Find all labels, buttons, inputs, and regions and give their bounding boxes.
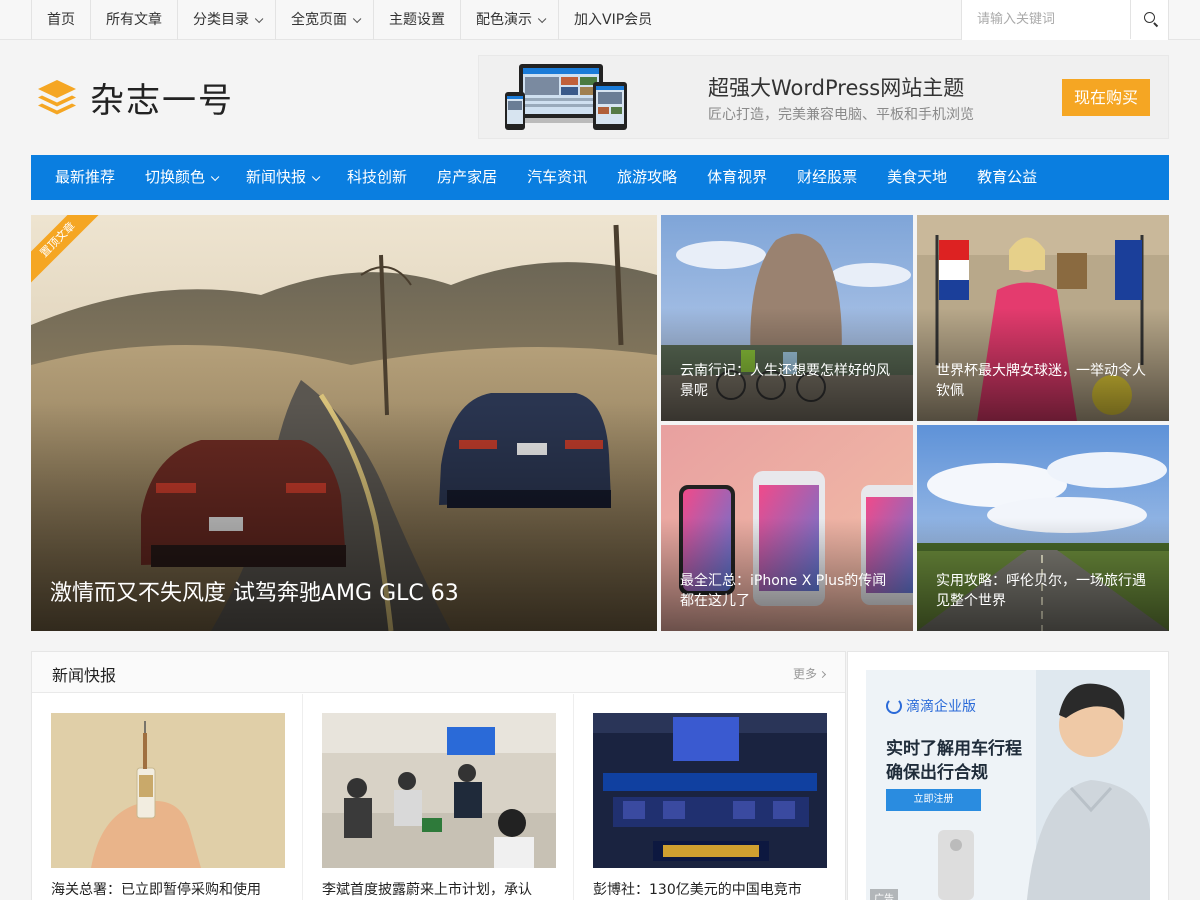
header-banner[interactable]: 超强大WordPress网站主题 匠心打造，完美兼容电脑、平板和手机浏览 现在购… [478,55,1169,139]
news-item[interactable]: 李斌首度披露蔚来上市计划，承认 [303,694,574,900]
banner-title: 超强大WordPress网站主题 [708,76,965,100]
ad-brand-name: 滴滴企业版 [906,699,976,715]
ad-headline: 实时了解用车行程 [886,739,1022,759]
top-nav-item-label: 分类目录 [193,12,249,28]
news-item[interactable]: 海关总署：已立即暂停采购和使用 [32,694,303,900]
main-nav-item[interactable]: 汽车资讯 [512,155,602,200]
section-title: 新闻快报 [52,666,117,685]
search-button[interactable] [1130,0,1170,39]
chevron-down-icon [210,172,220,182]
main-nav-item[interactable]: 财经股票 [782,155,872,200]
didi-logo-icon [886,698,902,714]
esports-photo [593,713,827,868]
main-nav-item[interactable]: 科技创新 [332,155,422,200]
top-nav-item[interactable]: 加入VIP会员 [558,0,667,40]
chevron-down-icon [352,14,362,24]
more-link[interactable]: 更多 [792,665,827,682]
hero-tile-iphone[interactable]: 最全汇总：iPhone X Plus的传闻都在这儿了 [661,425,913,631]
main-nav-item-label: 教育公益 [977,168,1038,186]
main-nav-item[interactable]: 体育视界 [692,155,782,200]
main-nav-item[interactable]: 切换颜色 [130,155,231,200]
register-button[interactable]: 立即注册 [886,789,981,811]
news-thumbnail[interactable] [593,713,827,868]
top-nav-item-label: 全宽页面 [291,12,347,28]
main-nav-item-label: 财经股票 [797,168,858,186]
news-caption[interactable]: 李斌首度披露蔚来上市计划，承认 [322,879,562,899]
main-nav-item[interactable]: 旅游攻略 [602,155,692,200]
top-nav-item-label: 加入VIP会员 [574,12,653,28]
main-nav: 最新推荐 切换颜色 新闻快报 科技创新 房产家居 汽车资讯 旅游攻略 体育视界 财经股票 美食天地… [31,155,1169,200]
chevron-right-icon [818,670,827,679]
chevron-down-icon [254,14,264,24]
main-nav-item-label: 汽车资讯 [527,168,588,186]
banner-subtitle: 匠心打造，完美兼容电脑、平板和手机浏览 [708,107,974,123]
ad-brand: 滴滴企业版 [886,696,976,716]
top-nav-item-label: 所有文章 [106,12,162,28]
hero-tile-hulunbuir[interactable]: 实用攻略：呼伦贝尔，一场旅行遇见整个世界 [917,425,1169,631]
top-nav-item[interactable]: 配色演示 [460,0,558,40]
main-nav-item-label: 房产家居 [437,168,498,186]
tile-title[interactable]: 世界杯最大牌女球迷，一举动令人钦佩 [936,361,1150,401]
hero-main-title[interactable]: 激情而又不失风度 试驾奔驰AMG GLC 63 [50,579,638,609]
hero-main-card[interactable]: 置顶文章 激情而又不失风度 试驾奔驰AMG GLC 63 [31,215,657,631]
top-nav-item-label: 配色演示 [476,12,532,28]
tile-title[interactable]: 云南行记：人生还想要怎样好的风景呢 [680,361,894,401]
search-box [961,0,1169,40]
news-caption[interactable]: 彭博社：130亿美元的中国电竞市 [593,879,833,899]
top-nav-item[interactable]: 所有文章 [90,0,177,40]
main-nav-item-label: 切换颜色 [145,168,206,186]
main-nav-item[interactable]: 教育公益 [962,155,1052,200]
main-nav-item[interactable]: 美食天地 [872,155,962,200]
hero-tile-worldcup[interactable]: 世界杯最大牌女球迷，一举动令人钦佩 [917,215,1169,421]
top-nav-item[interactable]: 主题设置 [373,0,460,40]
site-logo[interactable]: 杂志一号 [36,74,234,121]
top-nav-item[interactable]: 全宽页面 [275,0,373,40]
more-label: 更多 [792,667,817,681]
main-nav-item-label: 新闻快报 [246,168,307,186]
search-input[interactable] [962,0,1130,39]
top-bar: 首页 所有文章 分类目录 全宽页面 主题设置 配色演示 加入VIP会员 [0,0,1200,40]
main-nav-item[interactable]: 新闻快报 [231,155,332,200]
top-nav: 首页 所有文章 分类目录 全宽页面 主题设置 配色演示 加入VIP会员 [31,0,667,40]
main-nav-item-label: 最新推荐 [55,168,116,186]
site-name: 杂志一号 [90,80,234,121]
top-nav-item[interactable]: 分类目录 [177,0,275,40]
news-thumbnail[interactable] [322,713,556,868]
main-nav-item-label: 旅游攻略 [617,168,678,186]
news-item[interactable]: 彭博社：130亿美元的中国电竞市 [574,694,845,900]
ad-subheadline: 确保出行合规 [886,763,988,783]
main-nav-item-label: 美食天地 [887,168,948,186]
buy-now-button[interactable]: 现在购买 [1062,79,1150,116]
sidebar-ad[interactable]: 滴滴企业版 实时了解用车行程 确保出行合规 立即注册 广告 [866,670,1150,900]
vaccine-photo [51,713,285,868]
devices-illustration [505,64,627,130]
chevron-down-icon [537,14,547,24]
tile-title[interactable]: 最全汇总：iPhone X Plus的传闻都在这儿了 [680,571,894,611]
main-nav-item[interactable]: 房产家居 [422,155,512,200]
news-thumbnail[interactable] [51,713,285,868]
news-caption[interactable]: 海关总署：已立即暂停采购和使用 [51,879,291,899]
ad-tag: 广告 [870,889,898,900]
top-nav-item-label: 主题设置 [389,12,445,28]
section-header: 新闻快报 更多 [32,652,845,693]
layers-icon [38,80,76,115]
meeting-photo [322,713,556,868]
hero-tile-yunnan[interactable]: 云南行记：人生还想要怎样好的风景呢 [661,215,913,421]
chevron-down-icon [311,172,321,182]
main-nav-item[interactable]: 最新推荐 [40,155,130,200]
sidebar-widget: 滴滴企业版 实时了解用车行程 确保出行合规 立即注册 广告 [847,651,1169,900]
tile-title[interactable]: 实用攻略：呼伦贝尔，一场旅行遇见整个世界 [936,571,1150,611]
main-nav-item-label: 体育视界 [707,168,768,186]
top-nav-item[interactable]: 首页 [31,0,90,40]
news-section: 新闻快报 更多 海关总署：已立即暂停采购和使用 李斌首度披露蔚来上市计划，承认 … [31,651,846,900]
top-nav-item-label: 首页 [47,12,75,28]
main-nav-item-label: 科技创新 [347,168,408,186]
